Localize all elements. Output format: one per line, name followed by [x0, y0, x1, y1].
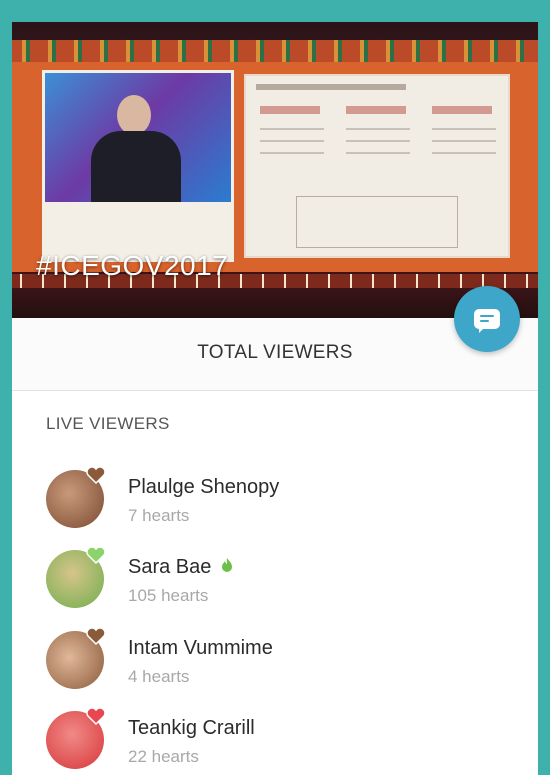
- viewer-hearts: 105 hearts: [128, 586, 209, 605]
- slide-line: [260, 140, 324, 142]
- viewer-name-text: Sara Bae: [128, 556, 212, 578]
- slide-column: [346, 106, 406, 114]
- slide-line: [260, 128, 324, 130]
- stage-decoration: [12, 40, 538, 62]
- heart-icon: [86, 466, 106, 484]
- live-viewers-label: LIVE VIEWERS: [46, 414, 170, 433]
- heart-icon: [86, 546, 106, 564]
- slide-line: [432, 152, 496, 154]
- viewer-row[interactable]: Teankig Crarill 22 hearts: [46, 707, 526, 773]
- viewer-row[interactable]: Plaulge Shenopy 7 hearts: [46, 466, 526, 532]
- total-viewers-title: TOTAL VIEWERS: [197, 342, 353, 363]
- slide-line: [346, 140, 410, 142]
- broadcast-hashtag: #ICEGOV2017: [36, 250, 229, 281]
- presentation-slide: [244, 74, 510, 258]
- speaker-body: [91, 131, 181, 203]
- viewer-hearts: 4 hearts: [128, 667, 190, 686]
- viewer-row[interactable]: Sara Bae 105 hearts: [46, 546, 526, 612]
- app-screen: #ICEGOV2017 TOTAL VIEWERS LIVE VIEWERS P…: [12, 22, 538, 775]
- slide-column: [432, 106, 492, 114]
- slide-line: [260, 152, 324, 154]
- viewer-name: Plaulge Shenopy: [128, 476, 280, 498]
- slide-line: [346, 152, 410, 154]
- speaker-head: [117, 95, 151, 135]
- viewer-name: Teankig Crarill: [128, 717, 255, 739]
- slide-line: [432, 140, 496, 142]
- flame-icon: [222, 558, 233, 572]
- heart-icon: [86, 627, 106, 645]
- slide-line: [432, 128, 496, 130]
- slide-line: [346, 128, 410, 130]
- viewer-name: Sara Bae: [128, 556, 233, 579]
- heart-icon: [86, 707, 106, 725]
- viewer-row[interactable]: Intam Vummime 4 hearts: [46, 627, 526, 693]
- viewer-hearts: 22 hearts: [128, 747, 199, 766]
- broadcast-cover-image: #ICEGOV2017: [12, 22, 538, 318]
- chat-bubble-tail: [479, 327, 485, 333]
- speaker-screen: [42, 70, 234, 206]
- viewer-name: Intam Vummime: [128, 637, 273, 659]
- viewer-hearts: 7 hearts: [128, 506, 190, 525]
- slide-column: [260, 106, 320, 114]
- chat-button[interactable]: [454, 286, 520, 352]
- slide-heading: [256, 84, 406, 90]
- slide-box: [296, 196, 458, 248]
- chat-bubble-icon: [474, 309, 500, 329]
